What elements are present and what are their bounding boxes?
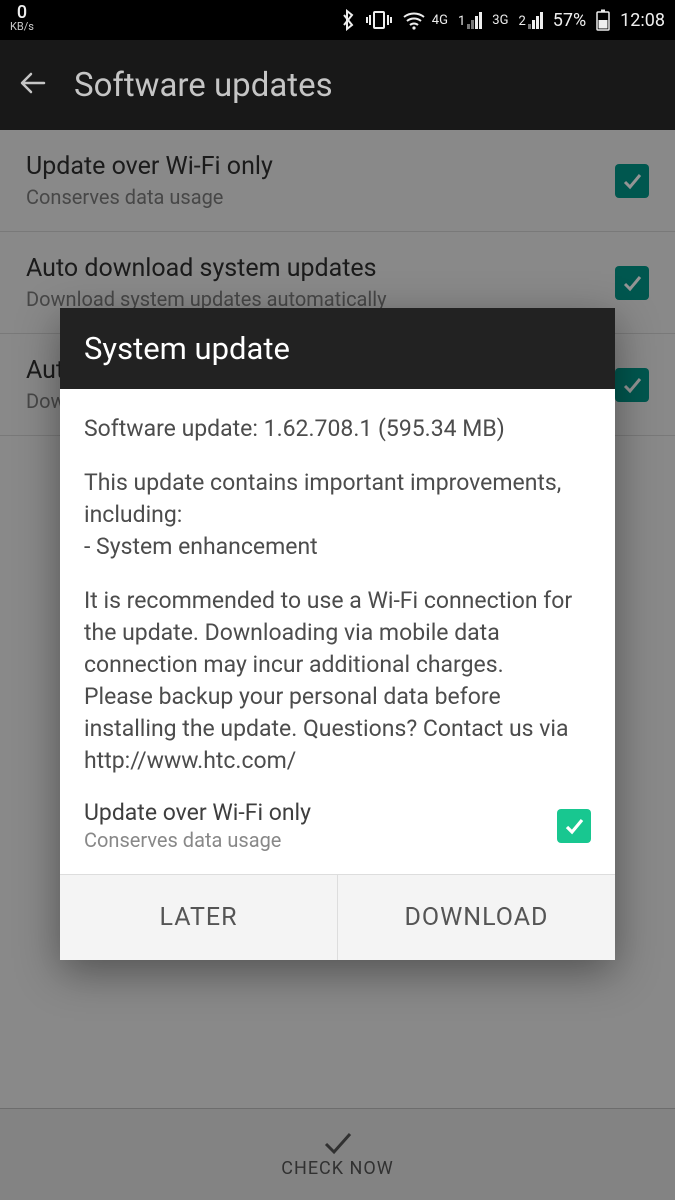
later-button[interactable]: LATER <box>60 875 337 960</box>
update-recommendation: It is recommended to use a Wi-Fi connect… <box>84 585 591 777</box>
download-button[interactable]: DOWNLOAD <box>337 875 615 960</box>
dialog-title: System update <box>60 308 615 389</box>
update-version: Software update: 1.62.708.1 (595.34 MB) <box>84 413 591 445</box>
dialog-body: Software update: 1.62.708.1 (595.34 MB) … <box>60 389 615 795</box>
update-description: This update contains important improveme… <box>84 467 591 563</box>
system-update-dialog: System update Software update: 1.62.708.… <box>60 308 615 960</box>
checkbox-on-icon[interactable] <box>557 809 591 843</box>
dialog-wifi-only-option[interactable]: Update over Wi-Fi only Conserves data us… <box>60 795 615 874</box>
dialog-wifi-title: Update over Wi-Fi only <box>84 799 311 826</box>
dialog-wifi-subtitle: Conserves data usage <box>84 828 311 852</box>
